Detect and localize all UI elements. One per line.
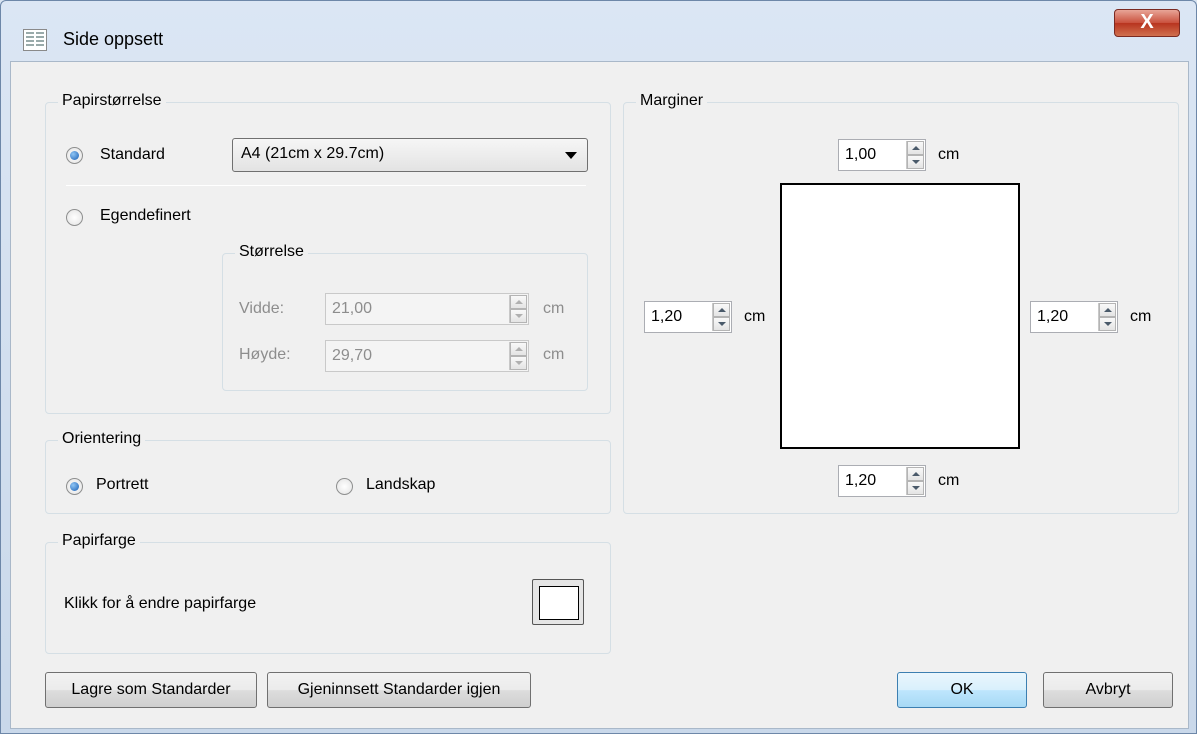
left-margin-value: 1,20 — [651, 308, 683, 325]
bottom-margin-value: 1,20 — [845, 472, 877, 489]
spin-down-icon[interactable] — [1099, 317, 1116, 331]
right-margin-unit: cm — [1130, 308, 1152, 325]
orientation-group-title: Orientering — [58, 430, 146, 448]
cancel-button[interactable]: Avbryt — [1043, 672, 1173, 708]
paper-color-description: Klikk for å endre papirfarge — [64, 595, 257, 612]
margins-group-title: Marginer — [636, 92, 708, 110]
paper-size-dropdown[interactable]: A4 (21cm x 29.7cm) — [232, 138, 588, 172]
page-setup-dialog: Side oppsett X Papirstørrelse Standard A… — [0, 0, 1197, 734]
paper-color-swatch[interactable] — [532, 579, 584, 625]
ok-button[interactable]: OK — [897, 672, 1027, 708]
separator — [66, 185, 586, 186]
spin-down-icon[interactable] — [907, 481, 924, 495]
size-group-title: Størrelse — [235, 243, 308, 261]
spin-up-icon[interactable] — [907, 141, 924, 155]
size-group: Størrelse Vidde: 21,00 cm Høyde: 29,70 c… — [222, 243, 588, 391]
window-title: Side oppsett — [63, 29, 164, 49]
standard-radio[interactable] — [66, 147, 83, 164]
top-margin-value: 1,00 — [845, 146, 877, 163]
chevron-down-icon — [565, 152, 577, 159]
spin-up-icon[interactable] — [510, 295, 527, 309]
custom-radio[interactable] — [66, 209, 83, 226]
spin-up-icon[interactable] — [510, 342, 527, 356]
width-unit: cm — [543, 300, 565, 317]
width-value: 21,00 — [332, 300, 373, 317]
standard-label: Standard — [100, 146, 165, 163]
spin-up-icon[interactable] — [1099, 303, 1116, 317]
paper-color-group: Papirfarge Klikk for å endre papirfarge — [45, 532, 611, 654]
landscape-label: Landskap — [366, 476, 436, 493]
height-unit: cm — [543, 346, 565, 363]
paper-color-group-title: Papirfarge — [58, 532, 140, 550]
save-defaults-button[interactable]: Lagre som Standarder — [45, 672, 257, 708]
page-preview — [780, 183, 1020, 449]
right-margin-value: 1,20 — [1037, 308, 1069, 325]
bottom-margin-unit: cm — [938, 472, 960, 489]
left-margin-unit: cm — [744, 308, 766, 325]
spin-down-icon[interactable] — [510, 356, 527, 370]
portrait-radio[interactable] — [66, 478, 83, 495]
title-bar[interactable]: Side oppsett X — [1, 1, 1196, 55]
spin-down-icon[interactable] — [510, 309, 527, 323]
dialog-body: Papirstørrelse Standard A4 (21cm x 29.7c… — [10, 61, 1189, 729]
spin-down-icon[interactable] — [907, 155, 924, 169]
width-label: Vidde: — [239, 300, 285, 317]
paper-size-dropdown-value: A4 (21cm x 29.7cm) — [241, 145, 385, 162]
page-setup-icon — [23, 29, 47, 51]
height-label: Høyde: — [239, 346, 291, 363]
margins-group: Marginer 1,00 cm 1,20 cm 1,20 cm 1,20 cm — [623, 92, 1179, 514]
left-margin-spinbox[interactable]: 1,20 — [644, 301, 732, 333]
restore-defaults-button[interactable]: Gjeninnsett Standarder igjen — [267, 672, 531, 708]
right-margin-spinbox[interactable]: 1,20 — [1030, 301, 1118, 333]
height-value: 29,70 — [332, 347, 373, 364]
width-spinbox[interactable]: 21,00 — [325, 293, 529, 325]
spin-up-icon[interactable] — [713, 303, 730, 317]
orientation-group: Orientering Portrett Landskap — [45, 430, 611, 514]
paper-size-group-title: Papirstørrelse — [58, 92, 166, 110]
bottom-margin-spinbox[interactable]: 1,20 — [838, 465, 926, 497]
portrait-label: Portrett — [96, 476, 149, 493]
custom-label: Egendefinert — [100, 207, 191, 224]
top-margin-spinbox[interactable]: 1,00 — [838, 139, 926, 171]
spin-down-icon[interactable] — [713, 317, 730, 331]
paper-size-group: Papirstørrelse Standard A4 (21cm x 29.7c… — [45, 92, 611, 414]
top-margin-unit: cm — [938, 146, 960, 163]
landscape-radio[interactable] — [336, 478, 353, 495]
close-button[interactable]: X — [1114, 9, 1180, 37]
spin-up-icon[interactable] — [907, 467, 924, 481]
height-spinbox[interactable]: 29,70 — [325, 340, 529, 372]
